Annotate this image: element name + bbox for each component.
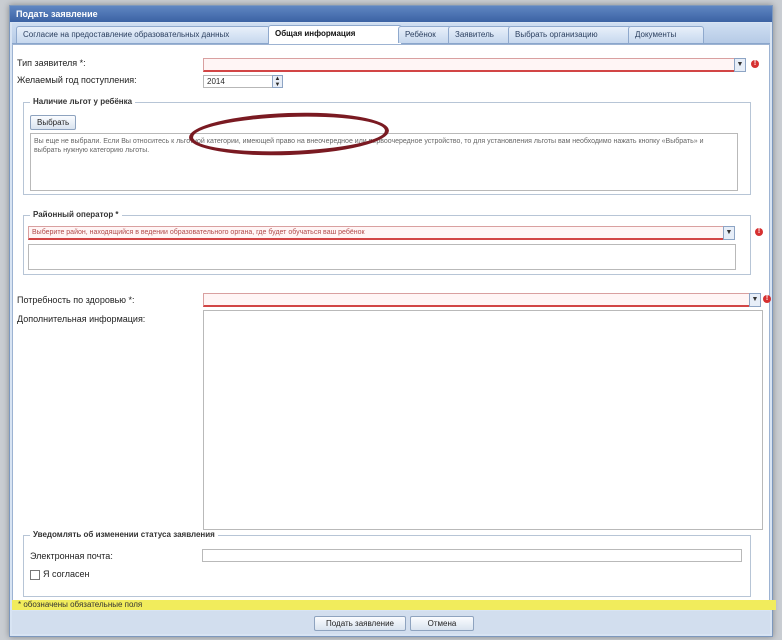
email-label: Электронная почта: (30, 551, 113, 561)
email-input[interactable] (202, 549, 742, 562)
form-panel: Тип заявителя *: ▼ ! Желаемый год поступ… (12, 44, 771, 601)
health-needs-combo[interactable]: ▼ (203, 293, 761, 307)
tab-child[interactable]: Ребёнок (398, 26, 452, 43)
chevron-down-icon[interactable]: ▼ (734, 58, 746, 72)
municipality-details (28, 244, 736, 270)
dialog-window: Подать заявление Согласие на предоставле… (9, 5, 776, 637)
applicant-type-combo[interactable]: ▼ (203, 58, 746, 72)
municipality-legend: Районный оператор * (30, 210, 122, 219)
benefits-fieldset: Наличие льгот у ребёнка Выбрать Вы еще н… (23, 97, 751, 195)
error-icon: ! (763, 295, 771, 303)
error-icon: ! (755, 228, 763, 236)
cancel-button[interactable]: Отмена (410, 616, 474, 631)
applicant-type-label: Тип заявителя *: (17, 58, 86, 68)
agree-label: Я согласен (43, 569, 90, 579)
notify-legend: Уведомлять об изменении статуса заявлени… (30, 530, 218, 539)
benefits-note: Вы еще не выбрали. Если Вы относитесь к … (34, 138, 704, 154)
required-fields-note: * обозначены обязательные поля (12, 600, 776, 610)
tab-general-info[interactable]: Общая информация (268, 25, 402, 44)
additional-info-textarea[interactable] (203, 310, 763, 530)
desired-year-value: 2014 (207, 77, 225, 86)
submit-button[interactable]: Подать заявление (314, 616, 406, 631)
municipality-combo[interactable]: Выберите район, находящийся в ведении об… (28, 226, 735, 240)
spinner-arrows-icon[interactable]: ▲ ▼ (272, 75, 283, 88)
tab-select-organization[interactable]: Выбрать организацию (508, 26, 632, 43)
tab-applicant[interactable]: Заявитель (448, 26, 512, 43)
agree-checkbox[interactable] (30, 570, 40, 580)
window-title: Подать заявление (10, 6, 772, 22)
benefits-add-button[interactable]: Выбрать (30, 115, 77, 130)
tab-strip: Согласие на предоставление образовательн… (12, 23, 770, 44)
notify-fieldset: Уведомлять об изменении статуса заявлени… (23, 530, 751, 597)
tab-consent[interactable]: Согласие на предоставление образовательн… (16, 26, 270, 43)
benefits-list: Вы еще не выбрали. Если Вы относитесь к … (30, 133, 738, 191)
dialog-footer: Подать заявление Отмена (12, 611, 770, 634)
health-needs-label: Потребность по здоровью *: (17, 295, 135, 305)
desired-year-spinner[interactable]: 2014 ▲ ▼ (203, 75, 283, 88)
tab-documents[interactable]: Документы (628, 26, 704, 43)
error-icon: ! (751, 60, 759, 68)
benefits-legend: Наличие льгот у ребёнка (30, 97, 136, 106)
chevron-down-icon[interactable]: ▼ (749, 293, 761, 307)
municipality-placeholder: Выберите район, находящийся в ведении об… (32, 229, 365, 236)
municipality-fieldset: Районный оператор * Выберите район, нахо… (23, 210, 751, 275)
chevron-down-icon[interactable]: ▼ (723, 226, 735, 240)
desired-year-label: Желаемый год поступления: (17, 75, 137, 85)
additional-info-label: Дополнительная информация: (17, 314, 146, 324)
